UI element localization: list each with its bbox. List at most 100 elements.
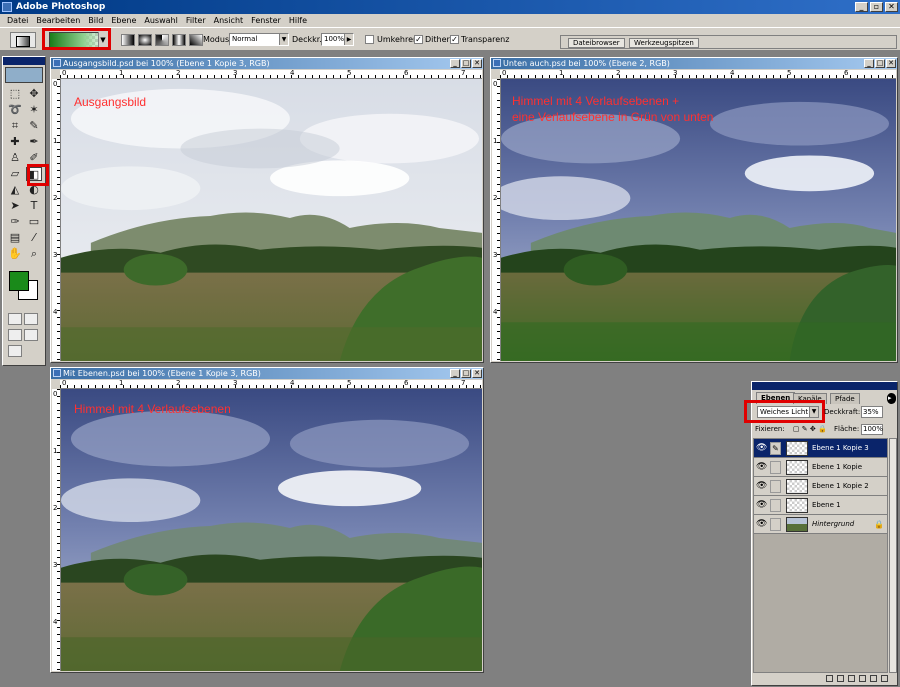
lock-transparency-icon[interactable]: ▢ bbox=[793, 425, 800, 433]
healing-brush-icon[interactable]: ✚ bbox=[7, 135, 23, 149]
jump-to-imageready-icon[interactable] bbox=[8, 345, 22, 357]
tab-dateibrowser[interactable]: Dateibrowser bbox=[568, 38, 625, 48]
slice-tool-icon[interactable]: ✎ bbox=[26, 119, 42, 133]
hand-tool-icon[interactable]: ✋ bbox=[7, 247, 23, 261]
layer-row[interactable]: 👁 ✎ Ebene 1 Kopie 3 bbox=[754, 439, 887, 458]
lasso-tool-icon[interactable]: ➰ bbox=[7, 103, 23, 117]
modus-select[interactable]: Normal ▼ bbox=[229, 33, 289, 46]
layer-row[interactable]: 👁 Ebene 1 bbox=[754, 496, 887, 515]
clone-stamp-icon[interactable]: ♙ bbox=[7, 151, 23, 165]
link-icon[interactable] bbox=[770, 480, 781, 493]
opacity-input[interactable]: 35% bbox=[861, 406, 883, 418]
menu-ansicht[interactable]: Ansicht bbox=[210, 14, 248, 27]
doc-title-bar[interactable]: Mit Ebenen.psd bei 100% (Ebene 1 Kopie 3… bbox=[51, 368, 483, 379]
document-window-unten-auch[interactable]: Unten auch.psd bei 100% (Ebene 2, RGB) _… bbox=[490, 57, 898, 363]
eye-icon[interactable]: 👁 bbox=[756, 462, 767, 472]
close-button[interactable]: ✕ bbox=[472, 369, 482, 378]
tool-preset-picker[interactable] bbox=[10, 32, 36, 48]
image-canvas[interactable]: Himmel mit 4 Verlaufsebenen + eine Verla… bbox=[501, 79, 896, 361]
radial-gradient-icon[interactable] bbox=[138, 34, 152, 46]
blur-tool-icon[interactable]: ◭ bbox=[7, 183, 23, 197]
history-brush-icon[interactable]: ✐ bbox=[26, 151, 42, 165]
layer-row[interactable]: 👁 Ebene 1 Kopie bbox=[754, 458, 887, 477]
notes-tool-icon[interactable]: ▤ bbox=[7, 231, 23, 245]
minimize-button[interactable]: _ bbox=[450, 369, 460, 378]
foreground-color-swatch[interactable] bbox=[9, 271, 29, 291]
lock-position-icon[interactable]: ✥ bbox=[810, 425, 816, 433]
eraser-tool-icon[interactable]: ▱ bbox=[7, 167, 23, 181]
layer-style-icon[interactable] bbox=[826, 675, 833, 682]
shape-tool-icon[interactable]: ▭ bbox=[26, 215, 42, 229]
menu-datei[interactable]: Datei bbox=[3, 14, 32, 27]
link-icon[interactable] bbox=[770, 499, 781, 512]
brush-tool-icon[interactable]: ✒ bbox=[26, 135, 42, 149]
marquee-tool-icon[interactable]: ⬚ bbox=[7, 87, 23, 101]
doc-title-bar[interactable]: Unten auch.psd bei 100% (Ebene 2, RGB) _… bbox=[491, 58, 897, 69]
lock-pixels-icon[interactable]: ✎ bbox=[802, 425, 808, 433]
angle-gradient-icon[interactable] bbox=[155, 34, 169, 46]
transparenz-checkbox[interactable]: ✓ bbox=[450, 35, 459, 44]
close-button[interactable]: ✕ bbox=[472, 59, 482, 68]
restore-button[interactable]: ▫ bbox=[870, 2, 883, 12]
zoom-tool-icon[interactable]: ⌕ bbox=[26, 247, 42, 261]
fill-input[interactable]: 100% bbox=[861, 424, 883, 435]
maximize-button[interactable]: □ bbox=[461, 369, 471, 378]
layer-mask-icon[interactable] bbox=[837, 675, 844, 682]
close-button[interactable]: ✕ bbox=[886, 59, 896, 68]
magic-wand-icon[interactable]: ✶ bbox=[26, 103, 42, 117]
crop-tool-icon[interactable]: ⌗ bbox=[7, 119, 23, 133]
menu-filter[interactable]: Filter bbox=[182, 14, 210, 27]
eye-icon[interactable]: 👁 bbox=[756, 443, 767, 453]
doc-title-bar[interactable]: Ausgangsbild.psd bei 100% (Ebene 1 Kopie… bbox=[51, 58, 483, 69]
screen-mode-1-icon[interactable] bbox=[8, 329, 22, 341]
tab-werkzeugspitzen[interactable]: Werkzeugspitzen bbox=[629, 38, 699, 48]
menu-bild[interactable]: Bild bbox=[84, 14, 107, 27]
deckkraft-input[interactable]: 100% ▶ bbox=[321, 33, 354, 46]
close-button[interactable]: ✕ bbox=[885, 2, 898, 12]
minimize-button[interactable]: _ bbox=[864, 59, 874, 68]
move-tool-icon[interactable]: ✥ bbox=[26, 87, 42, 101]
menu-bearbeiten[interactable]: Bearbeiten bbox=[32, 14, 84, 27]
eye-icon[interactable]: 👁 bbox=[756, 481, 767, 491]
new-layer-icon[interactable] bbox=[870, 675, 877, 682]
layer-set-icon[interactable] bbox=[848, 675, 855, 682]
minimize-button[interactable]: _ bbox=[450, 59, 460, 68]
standard-mode-icon[interactable] bbox=[8, 313, 22, 325]
layer-row[interactable]: 👁 Ebene 1 Kopie 2 bbox=[754, 477, 887, 496]
eyedropper-icon[interactable]: ⁄ bbox=[26, 231, 42, 245]
link-icon[interactable] bbox=[770, 518, 781, 531]
layer-row[interactable]: 👁 Hintergrund 🔒 bbox=[754, 515, 887, 534]
menu-fenster[interactable]: Fenster bbox=[247, 14, 285, 27]
pen-tool-icon[interactable]: ✑ bbox=[7, 215, 23, 229]
document-window-ausgangsbild[interactable]: Ausgangsbild.psd bei 100% (Ebene 1 Kopie… bbox=[50, 57, 484, 363]
trash-icon[interactable] bbox=[881, 675, 888, 682]
reflected-gradient-icon[interactable] bbox=[172, 34, 186, 46]
tab-pfade[interactable]: Pfade bbox=[830, 393, 860, 404]
maximize-button[interactable]: □ bbox=[461, 59, 471, 68]
dither-checkbox[interactable]: ✓ bbox=[414, 35, 423, 44]
adjustment-layer-icon[interactable] bbox=[859, 675, 866, 682]
maximize-button[interactable]: □ bbox=[875, 59, 885, 68]
link-icon[interactable] bbox=[770, 461, 781, 474]
menu-auswahl[interactable]: Auswahl bbox=[140, 14, 181, 27]
menu-hilfe[interactable]: Hilfe bbox=[285, 14, 311, 27]
linear-gradient-icon[interactable] bbox=[121, 34, 135, 46]
quickmask-mode-icon[interactable] bbox=[24, 313, 38, 325]
diamond-gradient-icon[interactable] bbox=[189, 34, 203, 46]
umkehren-checkbox[interactable] bbox=[365, 35, 374, 44]
layer-list-scrollbar[interactable] bbox=[889, 438, 897, 673]
path-select-icon[interactable]: ➤ bbox=[7, 199, 23, 213]
image-canvas[interactable]: Ausgangsbild bbox=[61, 79, 482, 361]
type-tool-icon[interactable]: T bbox=[26, 199, 42, 213]
eye-icon[interactable]: 👁 bbox=[756, 519, 767, 529]
minimize-button[interactable]: _ bbox=[855, 2, 868, 12]
screen-mode-2-icon[interactable] bbox=[24, 329, 38, 341]
palette-menu-icon[interactable]: ▸ bbox=[887, 393, 896, 404]
toolbox-header[interactable] bbox=[3, 57, 45, 65]
document-window-mit-ebenen[interactable]: Mit Ebenen.psd bei 100% (Ebene 1 Kopie 3… bbox=[50, 367, 484, 673]
menu-ebene[interactable]: Ebene bbox=[107, 14, 140, 27]
eye-icon[interactable]: 👁 bbox=[756, 500, 767, 510]
image-canvas[interactable]: Himmel mit 4 Verlaufsebenen bbox=[61, 389, 482, 671]
layers-palette-header[interactable] bbox=[752, 382, 897, 390]
adobe-online-icon[interactable] bbox=[5, 67, 43, 83]
